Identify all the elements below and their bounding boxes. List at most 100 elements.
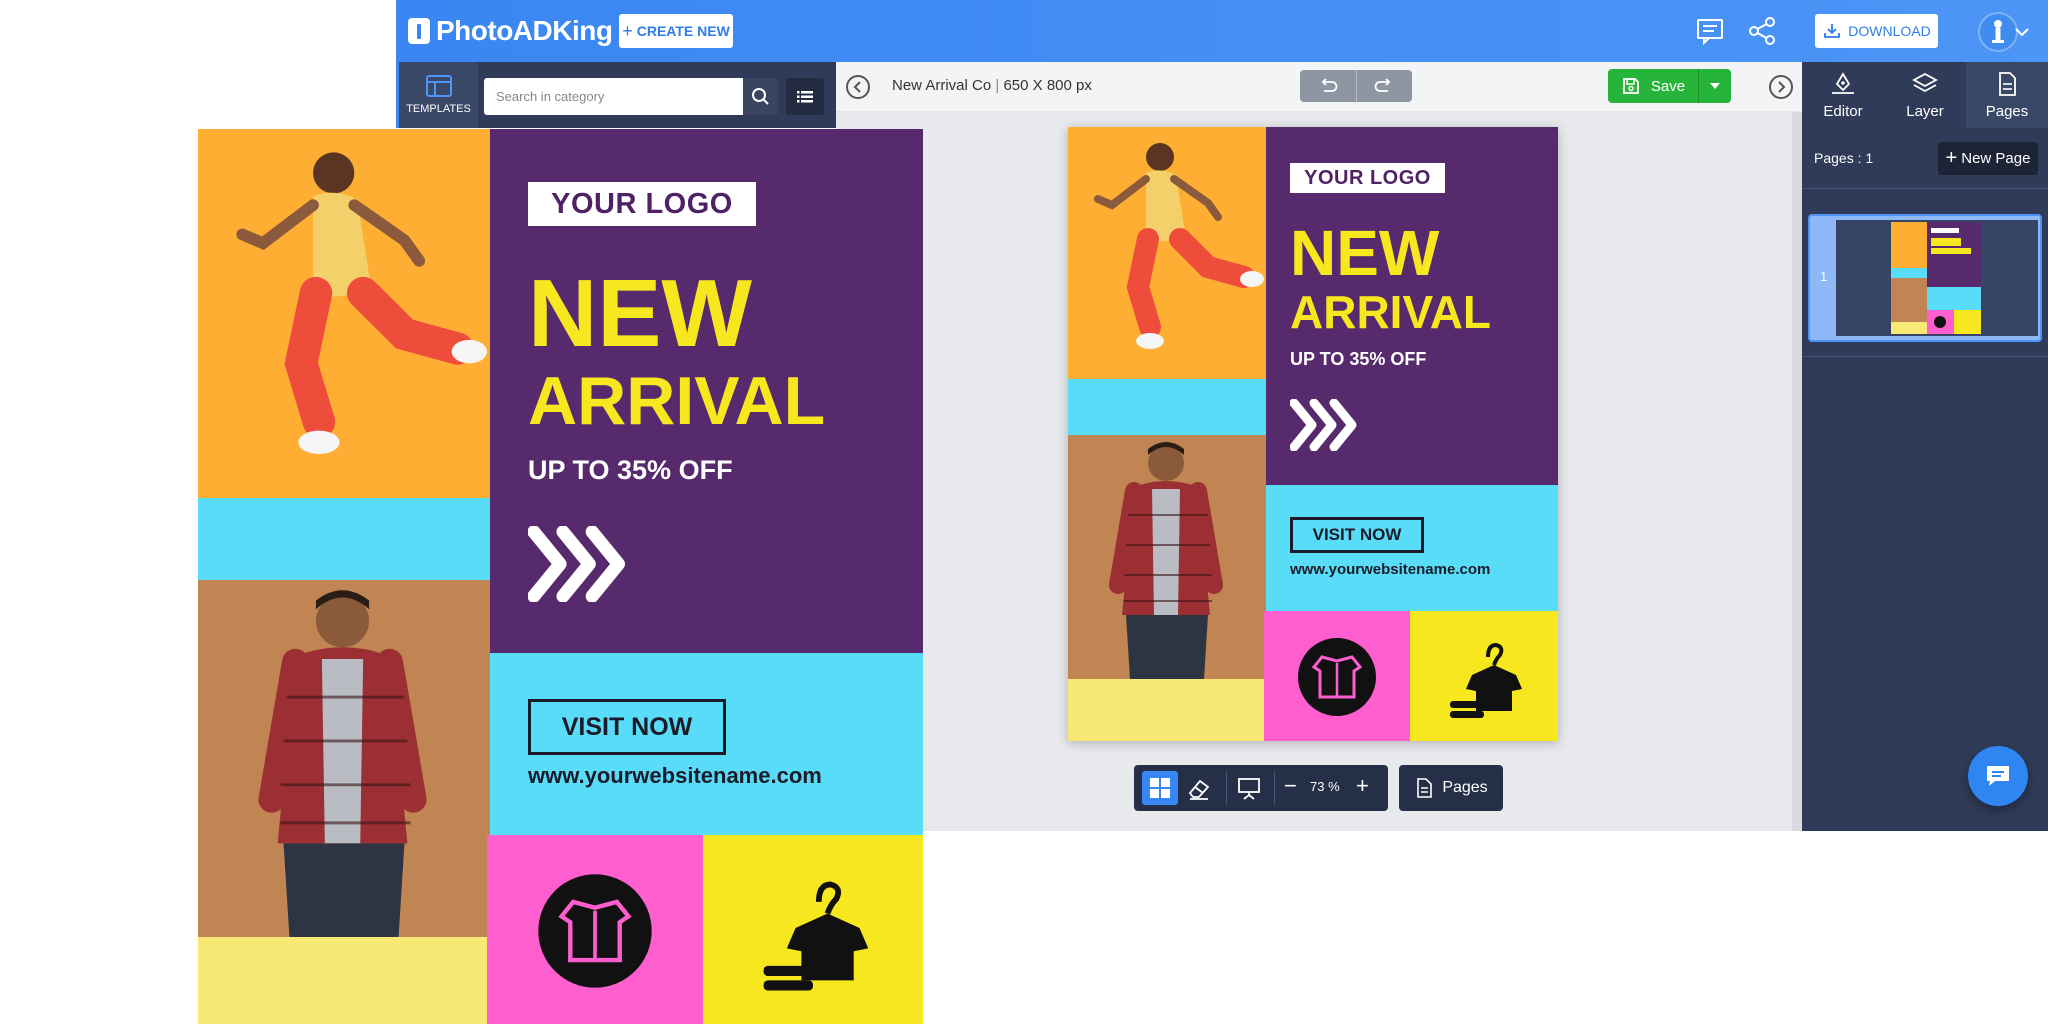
pen-tool-icon (1832, 71, 1854, 94)
list-icon (797, 91, 813, 103)
new-page-button[interactable]: + New Page (1938, 142, 2038, 175)
plus-icon: + (1945, 147, 1958, 169)
tab-layer-label: Layer (1906, 102, 1944, 120)
yellow-block (703, 835, 923, 1024)
photoadking-logo-icon (408, 18, 430, 44)
website-text[interactable]: www.yourwebsitename.com (528, 763, 822, 789)
document-name: New Arrival Co (892, 77, 992, 94)
standing-man-image (258, 590, 427, 937)
offer-text[interactable]: UP TO 35% OFF (528, 455, 733, 486)
zoom-out-button[interactable]: − (1284, 773, 1297, 799)
list-view-button[interactable] (786, 78, 824, 115)
undo-icon (1321, 78, 1338, 92)
save-options-toggle[interactable] (1698, 69, 1731, 103)
chevron-left-icon (853, 81, 861, 93)
triple-chevron-icon (1290, 399, 1357, 451)
logo-placeholder[interactable]: YOUR LOGO (1290, 163, 1445, 193)
canvas-poster[interactable]: YOUR LOGO NEW ARRIVAL UP TO 35% OFF VISI… (1068, 127, 1558, 741)
pink-block (487, 835, 703, 1024)
feedback-icon[interactable] (1694, 15, 1726, 47)
presentation-icon[interactable] (1234, 773, 1264, 803)
right-panel: Editor Layer Pages Pages : 1 + New Page … (1802, 62, 2048, 831)
undo-redo-group (1300, 70, 1412, 102)
tools-divider-2 (1274, 771, 1275, 805)
save-button[interactable]: Save (1608, 69, 1731, 103)
search-input[interactable]: Search in category (484, 78, 743, 115)
save-main[interactable]: Save (1608, 69, 1698, 103)
website-text[interactable]: www.yourwebsitename.com (1290, 561, 1490, 578)
search-icon (752, 88, 769, 105)
pages-label: Pages (1442, 779, 1488, 796)
collapse-left-button[interactable] (846, 75, 870, 99)
headline-arrival[interactable]: ARRIVAL (528, 367, 825, 435)
yellow-block (1410, 611, 1558, 741)
visit-now-button[interactable]: VISIT NOW (528, 699, 726, 755)
undo-button[interactable] (1300, 70, 1357, 102)
tab-editor-label: Editor (1823, 102, 1863, 120)
tab-templates[interactable]: TEMPLATES (396, 62, 478, 128)
logo-placeholder[interactable]: YOUR LOGO (528, 182, 756, 226)
plus-icon: + (622, 20, 633, 41)
floppy-disk-icon (1622, 78, 1639, 94)
search-button[interactable] (743, 78, 778, 115)
chevron-right-icon (1778, 81, 1786, 93)
shirt-icon (538, 874, 652, 988)
tools-divider (1226, 771, 1227, 805)
redo-button[interactable] (1357, 70, 1413, 102)
cyan-strip (1068, 379, 1266, 435)
download-label: DOWNLOAD (1848, 23, 1931, 39)
headline-new[interactable]: NEW (1290, 221, 1439, 285)
grid-view-button[interactable] (1142, 771, 1178, 805)
document-title[interactable]: New Arrival Co | 650 X 800 px (892, 77, 1092, 94)
brand-logo[interactable]: PhotoADKing (408, 14, 613, 48)
eraser-icon[interactable] (1184, 773, 1214, 803)
headline-arrival[interactable]: ARRIVAL (1290, 289, 1491, 335)
search-placeholder: Search in category (496, 89, 605, 104)
editor-toolbar: New Arrival Co | 650 X 800 px Save (836, 62, 1802, 112)
zoom-level: 73 % (1310, 779, 1340, 794)
pink-block (1264, 611, 1410, 741)
cyan-strip (198, 498, 490, 580)
tab-pages[interactable]: Pages (1966, 62, 2048, 128)
hanger-icon (763, 881, 869, 991)
chat-button[interactable] (1968, 746, 2028, 806)
create-new-button[interactable]: + CREATE NEW (619, 14, 733, 48)
user-icon (1992, 20, 2004, 43)
triple-chevron-icon (528, 526, 626, 602)
new-page-label: New Page (1961, 150, 2031, 167)
canvas-scrollbar[interactable] (1792, 112, 1802, 831)
zoom-in-button[interactable]: + (1356, 773, 1369, 799)
page-thumbnail-image (1891, 222, 1981, 334)
create-new-label: CREATE NEW (636, 23, 730, 39)
visit-now-button[interactable]: VISIT NOW (1290, 517, 1424, 553)
photo-standing-man[interactable] (198, 580, 490, 937)
pale-yellow-block (1068, 679, 1264, 741)
share-icon[interactable] (1746, 15, 1778, 47)
page-icon (1417, 778, 1433, 798)
download-button[interactable]: DOWNLOAD (1815, 14, 1938, 48)
jumping-man-image (1094, 143, 1264, 349)
pale-yellow-block (198, 937, 487, 1024)
document-size: 650 X 800 px (1003, 77, 1092, 94)
tab-editor[interactable]: Editor (1802, 62, 1884, 128)
redo-icon (1374, 78, 1391, 92)
photo-jumping-man[interactable] (1068, 127, 1266, 379)
templates-label: TEMPLATES (406, 103, 471, 115)
photo-standing-man[interactable] (1068, 435, 1266, 679)
hanger-icon (1450, 642, 1522, 718)
headline-new[interactable]: NEW (528, 266, 752, 362)
templates-icon (425, 75, 452, 97)
photo-jumping-man[interactable] (198, 129, 490, 498)
pages-button[interactable]: Pages (1399, 765, 1503, 811)
layers-icon (1912, 72, 1938, 92)
brand-name: PhotoADKing (436, 15, 613, 46)
collapse-right-button[interactable] (1769, 75, 1793, 99)
chevron-down-icon[interactable] (2012, 22, 2032, 42)
view-tools: − 73 % + (1134, 765, 1388, 811)
poster-preview[interactable]: YOUR LOGO NEW ARRIVAL UP TO 35% OFF VISI… (198, 129, 923, 1024)
tab-layer[interactable]: Layer (1884, 62, 1966, 128)
standing-man-image (1109, 442, 1223, 679)
pages-icon (1999, 71, 2016, 96)
page-thumbnail[interactable]: 1 (1808, 214, 2042, 342)
offer-text[interactable]: UP TO 35% OFF (1290, 349, 1426, 370)
